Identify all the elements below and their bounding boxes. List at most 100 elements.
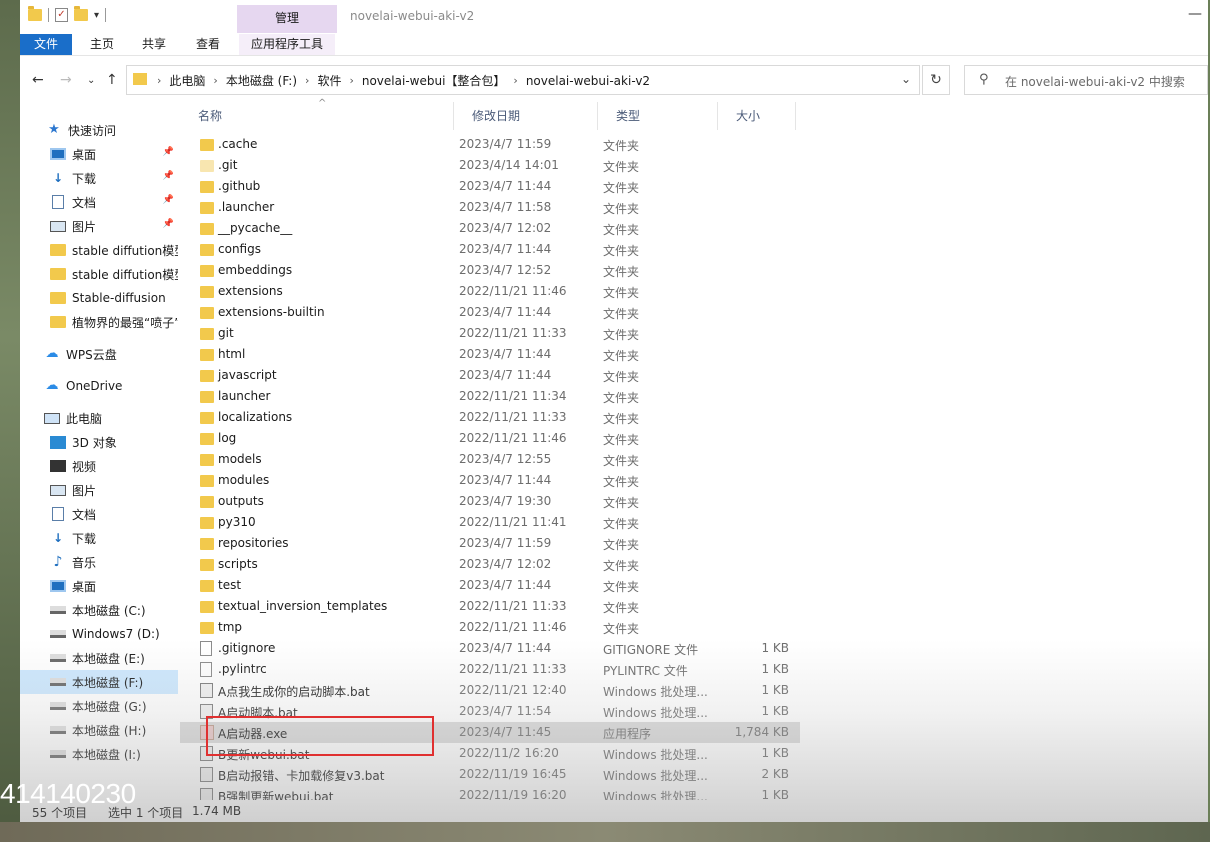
sidebar-item[interactable]: ☁ OneDrive (20, 374, 178, 398)
sidebar-item[interactable]: 3D 对象 (20, 430, 178, 454)
tab-home[interactable]: 主页 (82, 34, 122, 55)
chevron-down-icon[interactable]: ⌄ (901, 72, 911, 86)
sidebar-item[interactable]: Stable-diffusion (20, 286, 178, 310)
sidebar-item[interactable]: 桌面 (20, 574, 178, 598)
file-row[interactable]: git 2022/11/21 11:33 文件夹 (180, 323, 800, 344)
file-row[interactable]: test 2023/4/7 11:44 文件夹 (180, 575, 800, 596)
manage-context-tab[interactable]: 管理 (237, 5, 337, 33)
breadcrumb-this-pc[interactable]: 此电脑 (169, 72, 205, 89)
sidebar-item[interactable]: stable diffution模型 (20, 262, 178, 286)
sidebar-item[interactable]: Windows7 (D:) (20, 622, 178, 646)
file-row[interactable]: textual_inversion_templates 2022/11/21 11… (180, 596, 800, 617)
file-row[interactable]: localizations 2022/11/21 11:33 文件夹 (180, 407, 800, 428)
breadcrumb-separator[interactable]: › (513, 74, 517, 87)
sidebar-item[interactable]: ↓ 下载 (20, 526, 178, 550)
sidebar-item[interactable]: 本地磁盘 (C:) (20, 598, 178, 622)
sidebar-item[interactable]: 本地磁盘 (I:) (20, 742, 178, 766)
sidebar-item[interactable]: 本地磁盘 (F:) (20, 670, 178, 694)
sidebar-item[interactable]: 图片 (20, 478, 178, 502)
sidebar-item[interactable]: 本地磁盘 (H:) (20, 718, 178, 742)
pin-icon[interactable]: 📌 (163, 147, 174, 157)
column-header-size[interactable]: 大小 (718, 102, 796, 130)
file-row[interactable]: repositories 2023/4/7 11:59 文件夹 (180, 533, 800, 554)
file-row[interactable]: extensions 2022/11/21 11:46 文件夹 (180, 281, 800, 302)
breadcrumb-separator[interactable]: › (213, 74, 217, 87)
file-row[interactable]: models 2023/4/7 12:55 文件夹 (180, 449, 800, 470)
file-row[interactable]: modules 2023/4/7 11:44 文件夹 (180, 470, 800, 491)
sidebar-item[interactable]: ★ 快速访问 (20, 118, 178, 142)
tab-share[interactable]: 共享 (134, 34, 174, 55)
file-row[interactable]: A点我生成你的启动脚本.bat 2022/11/21 12:40 Windows 批… (180, 680, 800, 701)
back-arrow-icon[interactable]: ← (32, 72, 44, 88)
sidebar-item[interactable]: 本地磁盘 (E:) (20, 646, 178, 670)
file-date: 2023/4/7 12:02 (459, 221, 552, 235)
pin-icon[interactable]: 📌 (163, 219, 174, 229)
sidebar-item[interactable]: 桌面 📌 (20, 142, 178, 166)
file-row[interactable]: .git 2023/4/14 14:01 文件夹 (180, 155, 800, 176)
address-bar[interactable]: › 此电脑 › 本地磁盘 (F:) › 软件 › novelai-webui【整… (126, 65, 920, 95)
sidebar-item[interactable]: ♪ 音乐 (20, 550, 178, 574)
file-row[interactable]: B启动报错、卡加载修复v3.bat 2022/11/19 16:45 Windows… (180, 764, 800, 785)
pin-icon[interactable]: 📌 (163, 195, 174, 205)
file-row[interactable]: tmp 2022/11/21 11:46 文件夹 (180, 617, 800, 638)
sidebar-item[interactable]: 文档 📌 (20, 190, 178, 214)
recent-locations-chevron-icon[interactable]: ⌄ (87, 75, 95, 86)
search-box[interactable]: ⚲ 在 novelai-webui-aki-v2 中搜索 (964, 65, 1208, 95)
tab-application-tools[interactable]: 应用程序工具 (239, 34, 335, 55)
sidebar-item[interactable]: stable diffution模型 (20, 238, 178, 262)
file-row[interactable]: html 2023/4/7 11:44 文件夹 (180, 344, 800, 365)
properties-icon[interactable]: ✓ (55, 8, 68, 22)
file-row[interactable]: .cache 2023/4/7 11:59 文件夹 (180, 134, 800, 155)
sidebar-item[interactable]: 植物界的最强“喷子” (20, 310, 178, 334)
file-row[interactable]: .gitignore 2023/4/7 11:44 GITIGNORE 文件 1 KB (180, 638, 800, 659)
folder-icon[interactable] (28, 6, 42, 21)
file-row[interactable]: javascript 2023/4/7 11:44 文件夹 (180, 365, 800, 386)
breadcrumb-drive-f[interactable]: 本地磁盘 (F:) (226, 72, 297, 89)
customize-toolbar-dropdown[interactable]: ▾ (94, 10, 99, 21)
breadcrumb-separator[interactable]: › (305, 74, 309, 87)
file-row[interactable]: scripts 2023/4/7 12:02 文件夹 (180, 554, 800, 575)
tab-view[interactable]: 查看 (188, 34, 228, 55)
column-header-date[interactable]: 修改日期 (454, 102, 598, 130)
sidebar-item[interactable]: 文档 (20, 502, 178, 526)
search-input[interactable]: 在 novelai-webui-aki-v2 中搜索 (1005, 73, 1185, 90)
file-row[interactable]: .pylintrc 2022/11/21 11:33 PYLINTRC 文件 1 KB (180, 659, 800, 680)
new-folder-icon[interactable] (74, 6, 88, 21)
sidebar-item-label: stable diffution模型 (72, 243, 178, 258)
sidebar-item[interactable]: ☁ WPS云盘 (20, 342, 178, 366)
file-row[interactable]: __pycache__ 2023/4/7 12:02 文件夹 (180, 218, 800, 239)
breadcrumb-current-folder[interactable]: novelai-webui-aki-v2 (526, 74, 650, 88)
file-row[interactable]: embeddings 2023/4/7 12:52 文件夹 (180, 260, 800, 281)
cloud-icon: ☁ (45, 346, 59, 361)
file-row[interactable]: log 2022/11/21 11:46 文件夹 (180, 428, 800, 449)
folder-icon (200, 475, 214, 487)
file-row[interactable]: .github 2023/4/7 11:44 文件夹 (180, 176, 800, 197)
folder-icon (200, 286, 214, 298)
breadcrumb-separator[interactable]: › (349, 74, 353, 87)
sidebar-item[interactable]: ↓ 下载 📌 (20, 166, 178, 190)
file-row[interactable]: B强制更新webui.bat 2022/11/19 16:20 Windows 批处… (180, 785, 800, 800)
breadcrumb-separator[interactable]: › (157, 74, 161, 87)
pin-icon[interactable]: 📌 (163, 171, 174, 181)
column-header-name[interactable]: 名称 (180, 102, 454, 130)
up-arrow-icon[interactable]: ↑ (106, 72, 118, 88)
file-row[interactable]: .launcher 2023/4/7 11:58 文件夹 (180, 197, 800, 218)
forward-arrow-icon[interactable]: → (60, 72, 72, 88)
breadcrumb-software[interactable]: 软件 (317, 72, 341, 89)
file-row[interactable]: py310 2022/11/21 11:41 文件夹 (180, 512, 800, 533)
refresh-icon[interactable]: ↻ (922, 65, 950, 95)
file-row[interactable]: launcher 2022/11/21 11:34 文件夹 (180, 386, 800, 407)
column-header-type[interactable]: 类型 (598, 102, 718, 130)
file-row[interactable]: extensions-builtin 2023/4/7 11:44 文件夹 (180, 302, 800, 323)
breadcrumb-novelai-webui[interactable]: novelai-webui【整合包】 (362, 72, 506, 89)
folder-icon (50, 268, 66, 280)
sidebar-item[interactable]: 本地磁盘 (G:) (20, 694, 178, 718)
sidebar-item[interactable]: 图片 📌 (20, 214, 178, 238)
file-name: configs (218, 242, 261, 256)
minimize-button[interactable]: — (1188, 6, 1202, 22)
tab-file[interactable]: 文件 (20, 34, 72, 55)
sidebar-item[interactable]: 此电脑 (20, 406, 178, 430)
sidebar-item[interactable]: 视频 (20, 454, 178, 478)
file-row[interactable]: configs 2023/4/7 11:44 文件夹 (180, 239, 800, 260)
file-row[interactable]: outputs 2023/4/7 19:30 文件夹 (180, 491, 800, 512)
